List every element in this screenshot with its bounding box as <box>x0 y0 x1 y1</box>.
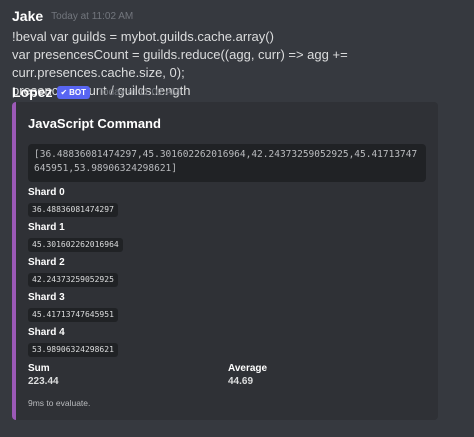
field-value: 44.69 <box>228 376 254 387</box>
field-shard-2: Shard 2 42.24373259052925 <box>28 256 118 287</box>
embed: JavaScript Command [36.48836081474297,45… <box>12 102 438 420</box>
field-shard-1: Shard 1 45.301602262016964 <box>28 221 123 252</box>
field-average: Average 44.69 <box>228 362 267 387</box>
author-name[interactable]: Jake <box>12 8 43 24</box>
field-name: Shard 3 <box>28 292 65 303</box>
field-name: Average <box>228 363 268 374</box>
field-name: Shard 0 <box>28 187 65 198</box>
field-value: 45.301602262016964 <box>28 238 123 252</box>
field-name: Shard 4 <box>28 327 65 338</box>
field-shard-0: Shard 0 36.48836081474297 <box>28 186 118 217</box>
bot-tag: ✔ BOT <box>57 85 91 99</box>
result-code-block: [36.48836081474297,45.301602262016964,42… <box>28 144 426 182</box>
field-sum: Sum 223.44 <box>28 362 59 387</box>
message-header: Lopez ✔ BOT Today at 11:02 AM <box>12 82 468 102</box>
field-name: Shard 2 <box>28 257 65 268</box>
message-lopez: Lopez ✔ BOT Today at 11:02 AM <box>12 82 468 102</box>
field-value: 223.44 <box>28 376 59 387</box>
field-name: Sum <box>28 363 50 374</box>
author-name[interactable]: Lopez <box>12 84 52 100</box>
chat-area: Jake Today at 11:02 AM !beval var guilds… <box>0 0 474 437</box>
verified-check-icon: ✔ <box>60 87 68 97</box>
embed-footer: 9ms to evaluate. <box>28 398 91 408</box>
field-value: 36.48836081474297 <box>28 203 118 217</box>
embed-title: JavaScript Command <box>28 116 161 131</box>
field-value: 42.24373259052925 <box>28 273 118 287</box>
bot-tag-label: BOT <box>69 87 87 97</box>
field-name: Shard 1 <box>28 222 65 233</box>
field-value: 45.41713747645951 <box>28 308 118 322</box>
timestamp: Today at 11:02 AM <box>51 10 134 22</box>
field-shard-3: Shard 3 45.41713747645951 <box>28 291 118 322</box>
timestamp: Today at 11:02 AM <box>98 86 181 98</box>
field-shard-4: Shard 4 53.98906324298621 <box>28 326 118 357</box>
message-header: Jake Today at 11:02 AM <box>12 6 468 26</box>
field-value: 53.98906324298621 <box>28 343 118 357</box>
